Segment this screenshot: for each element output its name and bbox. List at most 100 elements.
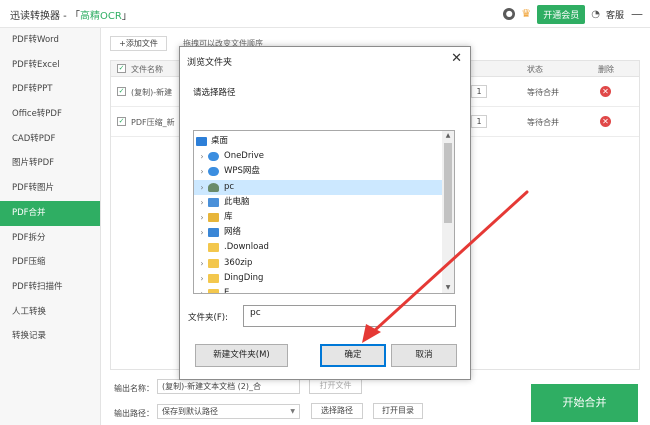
chevron-right-icon[interactable]: › — [198, 271, 206, 286]
tree-item-label: WPS网盘 — [224, 166, 260, 177]
folder-icon — [208, 258, 219, 268]
chevron-right-icon[interactable]: › — [198, 195, 206, 210]
row-status: 等待合并 — [527, 118, 559, 127]
chevron-right-icon[interactable]: › — [198, 149, 206, 164]
desktop-icon — [196, 137, 207, 146]
folder-icon — [208, 289, 219, 293]
library-icon — [208, 213, 219, 222]
chevron-right-icon[interactable]: › — [198, 180, 206, 195]
sidebar-item[interactable]: 人工转换 — [0, 300, 100, 325]
output-path-label: 输出路径： — [114, 409, 154, 418]
row-file-name: (复制)-新建 — [131, 88, 173, 97]
choose-path-button[interactable]: 选择路径 — [311, 403, 363, 419]
tree-item[interactable]: › E... — [194, 286, 442, 294]
dropdown-arrow-icon: ▼ — [290, 408, 295, 415]
output-name-input[interactable]: (复制)-新建文本文档 (2)_合 — [157, 379, 300, 394]
sidebar-item[interactable]: PDF合并 — [0, 200, 100, 226]
open-dir-button[interactable]: 打开目录 — [373, 403, 423, 419]
chevron-right-icon[interactable]: › — [198, 164, 206, 179]
row-status: 等待合并 — [527, 88, 559, 97]
cloud-icon — [208, 167, 219, 177]
minimize-button[interactable]: — — [630, 7, 644, 21]
member-button[interactable]: 开通会员 — [537, 4, 586, 24]
app-name: 迅读转换器 - 「 — [10, 11, 80, 22]
tree-item-label: pc — [224, 181, 235, 192]
dialog-subtitle: 请选择路径 — [193, 88, 236, 98]
sidebar-item[interactable]: Office转PDF — [0, 102, 100, 127]
new-folder-button[interactable]: 新建文件夹(M) — [195, 344, 288, 367]
tree-item-label: 360zip — [224, 257, 253, 268]
scroll-up-icon[interactable]: ▲ — [442, 131, 454, 141]
service-label[interactable]: 客服 — [606, 8, 624, 21]
app-title-suffix: 」 — [121, 11, 132, 22]
page-range-input[interactable]: 1 — [471, 85, 487, 98]
sidebar-item[interactable]: PDF压缩 — [0, 250, 100, 275]
sidebar-item[interactable]: PDF转图片 — [0, 176, 100, 201]
headset-icon[interactable]: ◔ — [591, 9, 600, 20]
tree-item[interactable]: .Download — [194, 240, 442, 255]
tree-item-label: 此电脑 — [224, 196, 250, 207]
tree-item[interactable]: 桌面 — [194, 134, 442, 149]
sidebar-item[interactable]: 图片转PDF — [0, 151, 100, 176]
tree-item[interactable]: › DingDing — [194, 271, 442, 286]
folder-label: 文件夹(F): — [188, 313, 228, 323]
output-path-select[interactable]: 保存到默认路径 ▼ — [157, 404, 300, 419]
delete-icon[interactable]: ✕ — [600, 86, 611, 97]
browse-folder-dialog: 浏览文件夹 ✕ 请选择路径 › E... › DingDing › 360zip .Down… — [179, 46, 471, 380]
app-title: 迅读转换器 - 「高精OCR」 — [10, 7, 132, 22]
output-name-label: 输出名称： — [114, 384, 154, 393]
network-icon — [208, 228, 219, 238]
tree-item[interactable]: › 此电脑 — [194, 195, 442, 210]
tree-item-label: OneDrive — [224, 151, 264, 162]
delete-icon[interactable]: ✕ — [600, 116, 611, 127]
chevron-right-icon[interactable]: › — [198, 256, 206, 271]
scroll-down-icon[interactable]: ▼ — [442, 283, 454, 293]
open-file-button[interactable]: 打开文件 — [309, 378, 362, 394]
row-checkbox[interactable]: ✓ — [117, 117, 126, 126]
folder-tree[interactable]: › E... › DingDing › 360zip .Download › 网络 › 库 › 此电脑 ›… — [193, 130, 455, 294]
output-path-value: 保存到默认路径 — [162, 407, 218, 416]
tree-item-label: 网络 — [224, 227, 242, 238]
close-icon[interactable]: ✕ — [451, 51, 462, 66]
page-range-input[interactable]: 1 — [471, 115, 487, 128]
chevron-right-icon[interactable]: › — [198, 286, 206, 293]
sidebar-item[interactable]: PDF转扫描件 — [0, 275, 100, 300]
ok-button[interactable]: 确定 — [320, 344, 386, 367]
tree-item[interactable]: › OneDrive — [194, 149, 442, 164]
sidebar-item[interactable]: PDF转Word — [0, 28, 100, 53]
cancel-button[interactable]: 取消 — [391, 344, 457, 367]
tree-item[interactable]: › 360zip — [194, 256, 442, 271]
sidebar-item[interactable]: CAD转PDF — [0, 127, 100, 152]
sidebar: PDF转Word PDF转Excel PDF转PPT Office转PDF CAD转PD… — [0, 28, 101, 425]
account-icon[interactable]: ● — [503, 8, 516, 20]
tree-item[interactable]: › pc — [194, 179, 442, 195]
sidebar-item[interactable]: PDF转Excel — [0, 53, 100, 78]
start-merge-button[interactable]: 开始合并 — [531, 384, 638, 422]
chevron-right-icon[interactable]: › — [198, 225, 206, 240]
scroll-thumb[interactable] — [444, 143, 452, 223]
chevron-right-icon[interactable]: › — [198, 210, 206, 225]
tree-item[interactable]: › 库 — [194, 210, 442, 225]
tree-item[interactable]: › WPS网盘 — [194, 164, 442, 179]
folder-icon — [208, 273, 219, 283]
sidebar-item[interactable]: 转换记录 — [0, 324, 100, 349]
tree-item-label: 库 — [224, 212, 233, 222]
title-bar: 迅读转换器 - 「高精OCR」 ● ♛ 开通会员 ◔ 客服 — — [0, 0, 650, 28]
tree-scrollbar[interactable]: ▲ ▼ — [442, 131, 454, 293]
add-file-button[interactable]: +添加文件 — [110, 36, 167, 51]
folder-input[interactable]: pc — [243, 305, 456, 327]
sidebar-item[interactable]: PDF拆分 — [0, 226, 100, 251]
column-name: 文件名称 — [131, 65, 163, 74]
dialog-title: 浏览文件夹 — [187, 58, 233, 68]
tree-item-label: 桌面 — [211, 136, 229, 146]
row-checkbox[interactable]: ✓ — [117, 87, 126, 96]
sidebar-item[interactable]: PDF转PPT — [0, 77, 100, 102]
tree-item-label: E... — [224, 288, 238, 294]
row-file-name: PDF压缩_新 — [131, 118, 175, 127]
tree-item[interactable]: › 网络 — [194, 225, 442, 240]
select-all-checkbox[interactable]: ✓ — [117, 64, 126, 73]
ocr-tag[interactable]: 高精OCR — [80, 11, 122, 22]
folder-icon — [208, 243, 219, 253]
vip-icon[interactable]: ♛ — [521, 8, 531, 20]
column-status: 状态 — [527, 65, 543, 74]
